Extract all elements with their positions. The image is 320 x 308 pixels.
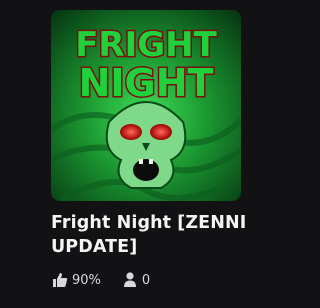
players-stat: 0 xyxy=(121,271,150,289)
ghost-skull-icon xyxy=(105,101,187,189)
rating-stat: 90% xyxy=(51,271,101,289)
players-value: 0 xyxy=(141,272,151,288)
rating-value: 90% xyxy=(72,272,101,288)
person-icon xyxy=(123,272,136,287)
thumbs-up-icon xyxy=(53,273,68,287)
fright-night-thumbnail-art: FRIGHT NIGHT xyxy=(51,10,241,201)
game-title[interactable]: Fright Night [ZENNI UPDATE] xyxy=(51,211,281,259)
game-thumbnail[interactable]: FRIGHT NIGHT xyxy=(51,10,241,201)
game-stats: 90% 0 xyxy=(51,270,150,290)
logo-line-1: FRIGHT xyxy=(75,25,217,65)
game-card[interactable]: FRIGHT NIGHT Fright Night [ZENNI UPDATE]… xyxy=(0,0,297,308)
logo-line-2: NIGHT xyxy=(79,61,214,105)
